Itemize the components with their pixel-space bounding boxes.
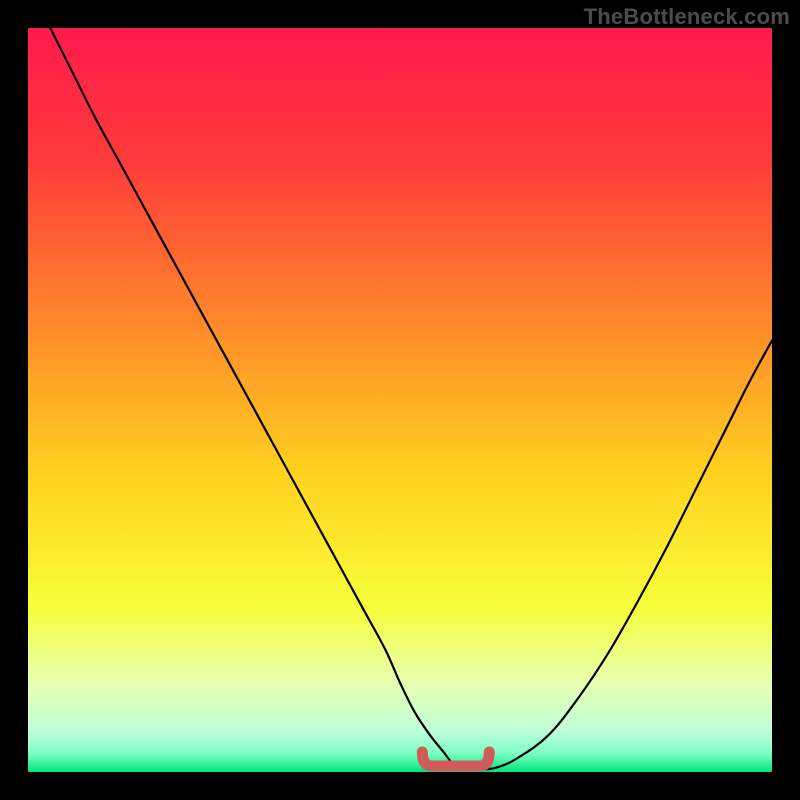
bottleneck-chart-svg — [28, 28, 772, 772]
gradient-background — [28, 28, 772, 772]
chart-frame: TheBottleneck.com — [0, 0, 800, 800]
watermark-text: TheBottleneck.com — [584, 4, 790, 30]
plot-area — [28, 28, 772, 772]
